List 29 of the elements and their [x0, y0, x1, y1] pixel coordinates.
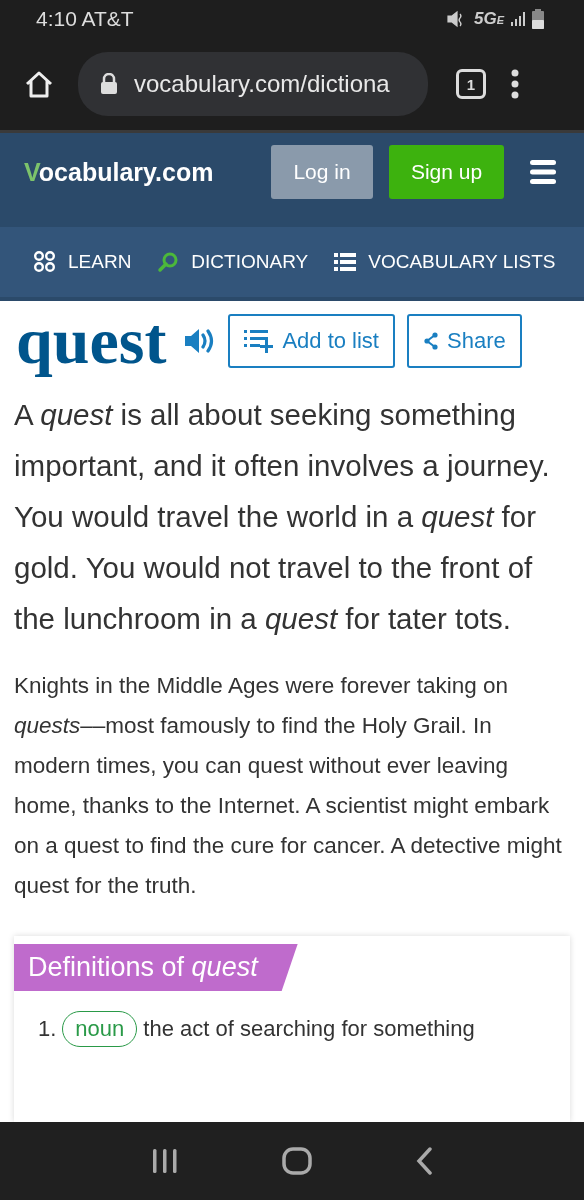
- tab-count-button[interactable]: 1: [456, 69, 486, 99]
- nav-link[interactable]: DICTIONARY: [157, 251, 309, 273]
- nav-link[interactable]: LEARN: [34, 251, 132, 273]
- definition-text: the act of searching for something: [143, 1016, 475, 1042]
- short-definition: A quest is all about seeking something important, and it often involves a journey. You would travel the world in a quest for gold. You would not travel to the front of the lunchroom in a quest for tater tots.: [14, 397, 551, 637]
- share-icon: [423, 332, 439, 350]
- address-bar[interactable]: vocabulary.com/dictiona: [78, 52, 428, 116]
- add-list-icon: [244, 328, 275, 354]
- definitions-heading: Definitions of quest: [14, 944, 298, 991]
- long-definition: Knights in the Middle Ages were forever taking on quests––most famously to find the Holy Grail. In modern times, you can quest without ever leaving home, thanks to the Internet. A scientist might embark on a quest to find the cure for cancer. A detective might quest for the truth.: [14, 672, 563, 900]
- menu-icon[interactable]: [530, 160, 556, 184]
- add-to-list-button[interactable]: Add to list: [228, 314, 395, 368]
- back-icon[interactable]: [414, 1147, 433, 1175]
- nav-link[interactable]: VOCABULARY LISTS: [334, 251, 556, 273]
- network-label: 5GE: [473, 9, 504, 29]
- definition-number: 1.: [38, 1016, 57, 1042]
- home-button-icon[interactable]: [282, 1147, 312, 1175]
- circles-icon: [34, 251, 56, 273]
- battery-icon: [532, 9, 544, 29]
- more-icon[interactable]: [510, 69, 520, 99]
- home-icon[interactable]: [24, 69, 54, 99]
- share-button[interactable]: Share: [407, 314, 522, 368]
- list-icon: [334, 252, 357, 272]
- signal-icon: [510, 11, 526, 27]
- lock-icon: [100, 73, 118, 95]
- status-time: 4:10 AT&T: [36, 7, 134, 31]
- recent-apps-icon[interactable]: [151, 1148, 180, 1174]
- logo[interactable]: Vocabulary.com: [24, 157, 214, 187]
- search-icon: [157, 251, 180, 273]
